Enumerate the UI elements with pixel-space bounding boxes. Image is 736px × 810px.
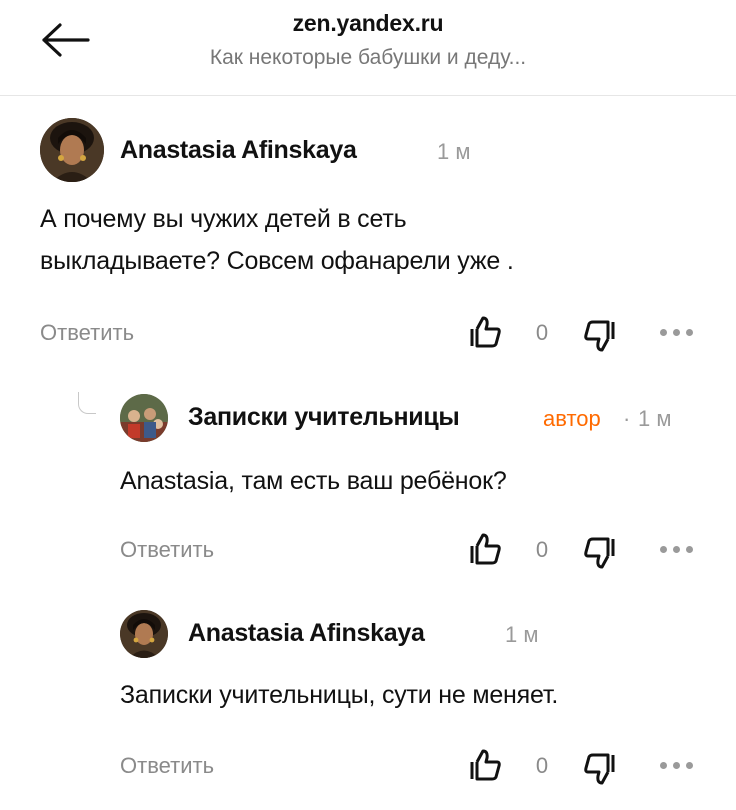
comment-text: Записки учительницы, сути не меняет. (120, 681, 559, 709)
more-dots-icon (660, 546, 667, 553)
thumbs-down-icon (584, 753, 615, 785)
thumbs-up-icon (470, 749, 501, 781)
comment-text-line: А почему вы чужих детей в сеть (40, 205, 407, 233)
comment-text-line: выкладываете? Совсем офанарели уже . (40, 247, 514, 275)
thumbs-down-icon (584, 320, 615, 352)
comment-time: 1 м (505, 622, 539, 647)
more-dots-icon (686, 546, 693, 553)
comment-author[interactable]: Anastasia Afinskaya (188, 619, 425, 648)
more-dots-icon (673, 762, 680, 769)
avatar[interactable] (120, 610, 168, 658)
meta-separator: · (623, 406, 631, 431)
thumbs-up-icon (470, 533, 501, 565)
like-button[interactable] (469, 532, 503, 566)
comment-time: 1 м (437, 139, 471, 164)
thumbs-up-icon (470, 316, 501, 348)
comment-text: А почему вы чужих детей в сеть выкладыва… (40, 198, 514, 282)
like-count: 0 (535, 753, 549, 778)
comment-author[interactable]: Anastasia Afinskaya (120, 136, 357, 165)
avatar[interactable] (120, 394, 168, 442)
reply-button[interactable]: Ответить (120, 753, 214, 779)
avatar[interactable] (40, 118, 104, 182)
dislike-button[interactable] (582, 536, 616, 570)
like-button[interactable] (469, 748, 503, 782)
comment-text: Anastasia, там есть ваш ребёнок? (120, 467, 507, 495)
article-title: Как некоторые бабушки и деду... (209, 46, 527, 69)
more-dots-icon (686, 762, 693, 769)
reply-button[interactable]: Ответить (40, 320, 134, 346)
like-count: 0 (535, 537, 549, 562)
more-options-button[interactable] (660, 541, 700, 557)
dislike-button[interactable] (582, 319, 616, 353)
more-dots-icon (660, 329, 667, 336)
more-dots-icon (673, 546, 680, 553)
author-badge: автор (543, 406, 601, 431)
comment-author[interactable]: Записки учительницы (188, 403, 460, 432)
top-bar: zen.yandex.ru Как некоторые бабушки и де… (0, 0, 736, 96)
dislike-button[interactable] (582, 752, 616, 786)
like-count: 0 (535, 320, 549, 345)
more-options-button[interactable] (660, 324, 700, 340)
more-dots-icon (660, 762, 667, 769)
comment-time: 1 м (638, 406, 672, 431)
more-dots-icon (686, 329, 693, 336)
more-options-button[interactable] (660, 757, 700, 773)
reply-button[interactable]: Ответить (120, 537, 214, 563)
more-dots-icon (673, 329, 680, 336)
like-button[interactable] (469, 315, 503, 349)
thumbs-down-icon (584, 537, 615, 569)
thread-connector (78, 392, 96, 414)
site-domain: zen.yandex.ru (292, 10, 444, 36)
